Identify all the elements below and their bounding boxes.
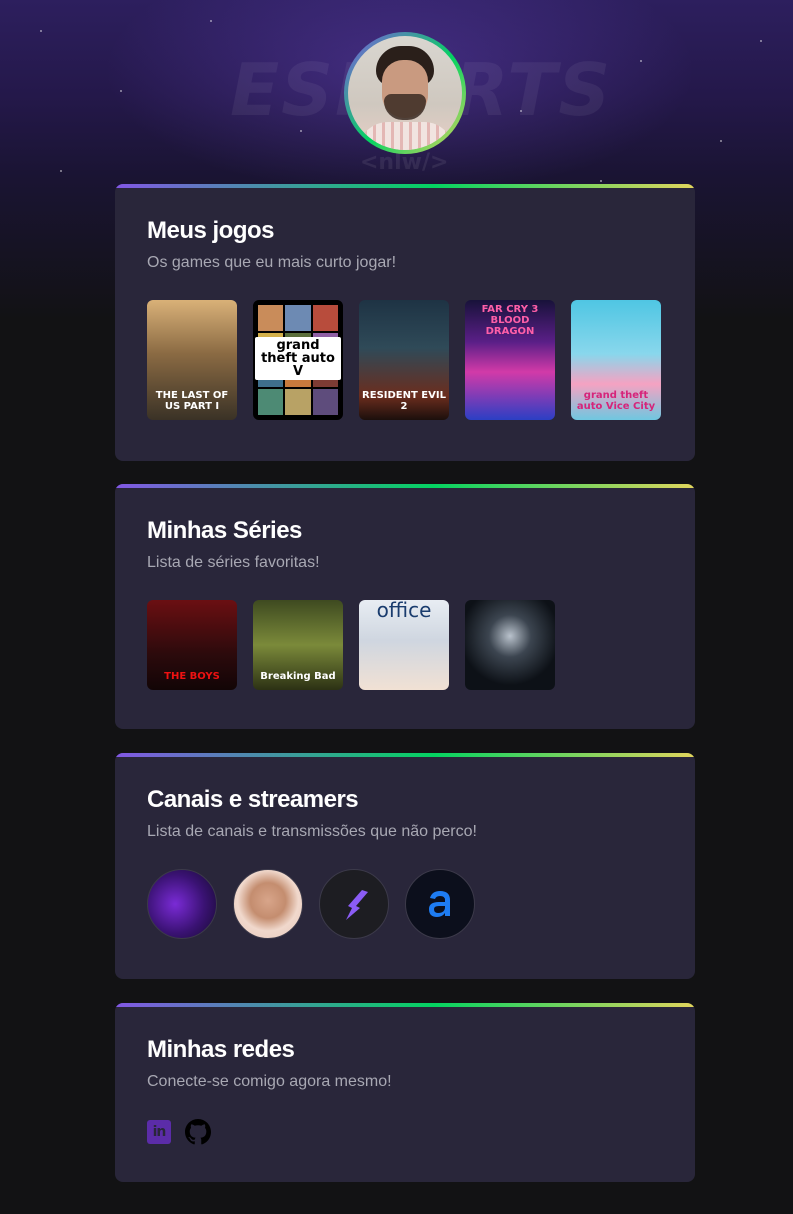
black-mirror-poster-icon[interactable] — [465, 600, 555, 690]
games-title: Meus jogos — [147, 217, 275, 244]
games-subtitle: Os games que eu mais curto jogar! — [147, 254, 397, 271]
rocketseat-logo-icon[interactable] — [319, 869, 389, 939]
series-title: Minhas Séries — [147, 517, 302, 544]
series-list: THE BOYS Breaking Bad office — [147, 600, 555, 690]
social-card: Minhas redes Conecte-se comigo agora mes… — [115, 1003, 695, 1182]
series-card: Minhas Séries Lista de séries favoritas!… — [115, 484, 695, 729]
social-links: in — [147, 1119, 211, 1145]
streamers-title: Canais e streamers — [147, 786, 359, 813]
the-office-poster-icon[interactable]: office — [359, 600, 449, 690]
streamer-avatar-2-icon[interactable] — [233, 869, 303, 939]
the-boys-poster-icon[interactable]: THE BOYS — [147, 600, 237, 690]
game-caption: THE LAST OF US PART I — [155, 390, 229, 412]
far-cry-3-blood-dragon-cover-icon[interactable]: FAR CRY 3 BLOOD DRAGON — [465, 300, 555, 420]
series-subtitle: Lista de séries favoritas! — [147, 554, 320, 571]
gta-vice-city-cover-icon[interactable]: grand theft auto Vice City — [571, 300, 661, 420]
resident-evil-2-cover-icon[interactable]: RESIDENT EVIL 2 — [359, 300, 449, 420]
game-caption: grand theft auto Vice City — [576, 390, 656, 412]
alura-logo-icon[interactable] — [405, 869, 475, 939]
profile-avatar — [344, 32, 466, 154]
github-icon[interactable] — [185, 1119, 211, 1145]
streamers-list — [147, 869, 475, 939]
gta-v-cover-icon[interactable]: grand theft auto V — [253, 300, 343, 420]
streamer-avatar-1-icon[interactable] — [147, 869, 217, 939]
games-list: THE LAST OF US PART I grand theft auto V… — [147, 300, 661, 420]
streamers-subtitle: Lista de canais e transmissões que não p… — [147, 823, 477, 840]
social-title: Minhas redes — [147, 1036, 295, 1063]
game-caption: FAR CRY 3 BLOOD DRAGON — [481, 304, 539, 337]
series-caption: office — [376, 600, 432, 622]
game-caption: grand theft auto V — [255, 337, 341, 380]
profile-photo-icon — [348, 36, 462, 150]
streamers-card: Canais e streamers Lista de canais e tra… — [115, 753, 695, 979]
the-last-of-us-cover-icon[interactable]: THE LAST OF US PART I — [147, 300, 237, 420]
social-subtitle: Conecte-se comigo agora mesmo! — [147, 1073, 392, 1090]
linkedin-icon[interactable]: in — [147, 1120, 171, 1144]
breaking-bad-poster-icon[interactable]: Breaking Bad — [253, 600, 343, 690]
series-caption: THE BOYS — [164, 671, 220, 682]
series-caption: Breaking Bad — [260, 671, 336, 682]
games-card: Meus jogos Os games que eu mais curto jo… — [115, 184, 695, 461]
game-caption: RESIDENT EVIL 2 — [362, 390, 446, 412]
linkedin-glyph: in — [152, 1124, 167, 1140]
